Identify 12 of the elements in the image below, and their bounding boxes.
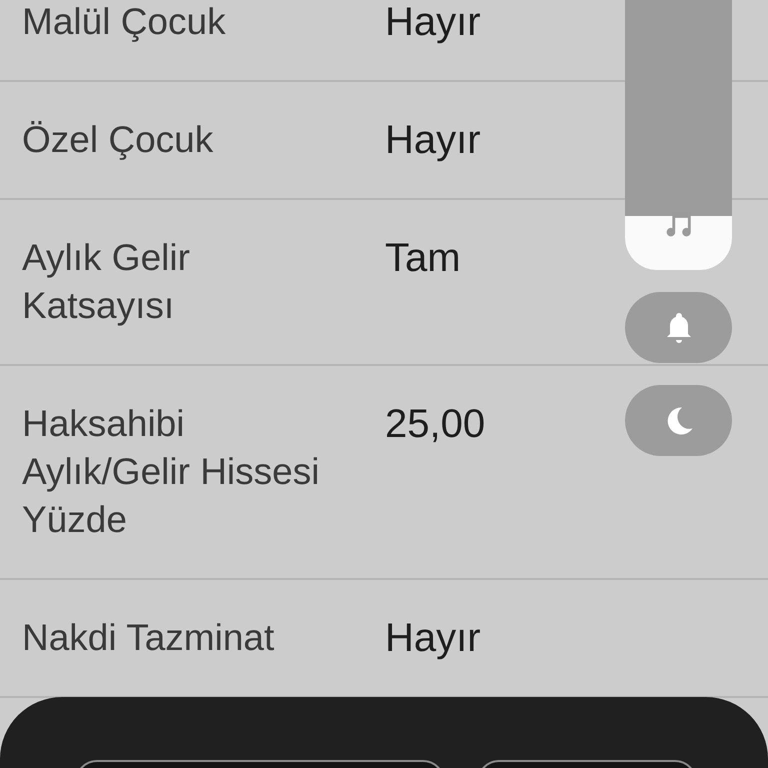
field-value: Hayır — [385, 117, 482, 164]
field-label: Aylık Gelir Katsayısı — [22, 236, 191, 328]
volume-fill[interactable] — [625, 216, 732, 270]
field-label: Nakdi Tazminat — [22, 616, 276, 660]
field-label: Özel Çocuk — [22, 118, 214, 162]
field-value: 25,00 — [385, 401, 486, 448]
field-label: Haksahibi Aylık/Gelir Hissesi Yüzde — [22, 402, 320, 542]
field-value: Hayır — [385, 0, 482, 46]
volume-slider[interactable] — [625, 0, 732, 270]
field-value: Hayır — [385, 615, 482, 662]
field-label: Malül Çocuk — [22, 0, 227, 44]
field-value: Tam — [385, 235, 462, 282]
